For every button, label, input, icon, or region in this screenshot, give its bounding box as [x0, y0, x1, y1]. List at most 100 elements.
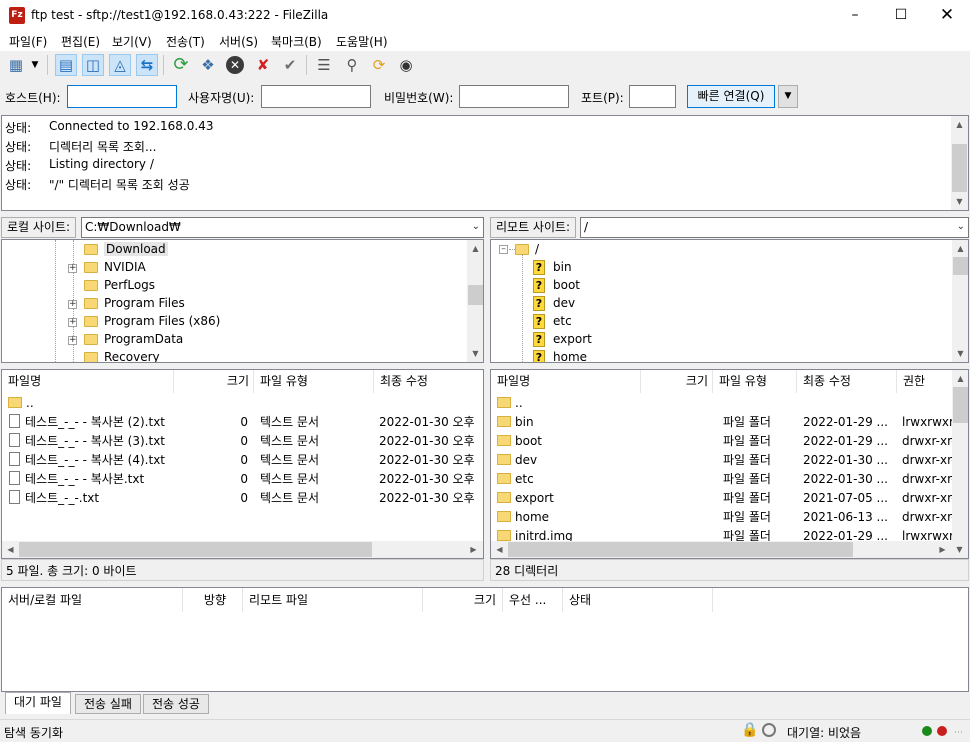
tree-item[interactable]: NVIDIA — [84, 258, 146, 276]
local-list-hscrollbar[interactable]: ◀ ▶ — [2, 541, 483, 558]
table-row[interactable]: export 파일 폴더 2021-07-05 ... drwxr-xr- — [491, 489, 968, 508]
scrollbar-thumb[interactable] — [952, 144, 967, 192]
minimize-icon[interactable]: – — [832, 0, 878, 31]
menu-server[interactable]: 서버(S) — [219, 33, 258, 50]
collapse-icon[interactable]: – — [499, 245, 508, 254]
table-row[interactable]: 테스트_-_- - 복사본 (2).txt 0 텍스트 문서 2022-01-3… — [2, 413, 483, 432]
tree-item[interactable]: ? home — [533, 348, 587, 362]
compare-icon[interactable]: ⚲ — [341, 54, 363, 76]
tree-item[interactable]: Download — [84, 240, 168, 258]
table-row[interactable]: 테스트_-_- - 복사본 (4).txt 0 텍스트 문서 2022-01-3… — [2, 451, 483, 470]
chevron-down-icon[interactable]: ⌄ — [472, 221, 480, 232]
toggle-local-tree-icon[interactable]: ◫ — [82, 54, 104, 76]
table-row[interactable]: .. — [491, 394, 968, 413]
site-manager-icon[interactable]: ▦ — [5, 54, 27, 76]
scroll-down-icon[interactable]: ▼ — [951, 193, 968, 210]
dropdown-arrow-icon[interactable]: ▼ — [28, 54, 42, 76]
col-remote-file[interactable]: 리모트 파일 — [243, 588, 423, 612]
chevron-down-icon[interactable]: ▼ — [778, 85, 798, 108]
table-row[interactable]: dev 파일 폴더 2022-01-30 ... drwxr-xr- — [491, 451, 968, 470]
remote-tree-scrollbar[interactable]: ▲ ▼ — [952, 240, 968, 362]
tree-item[interactable]: ProgramData — [84, 330, 183, 348]
menu-help[interactable]: 도움말(H) — [336, 33, 388, 50]
tree-item[interactable]: ? etc — [533, 312, 572, 330]
host-input[interactable] — [67, 85, 177, 108]
table-row[interactable]: 테스트_-_-.txt 0 텍스트 문서 2022-01-30 오후 ... — [2, 489, 483, 508]
scrollbar-thumb[interactable] — [468, 285, 483, 305]
col-type[interactable]: 파일 유형 — [713, 370, 797, 393]
remote-list-vscrollbar[interactable]: ▲ — [952, 370, 968, 541]
tree-item[interactable]: ? bin — [533, 258, 572, 276]
reconnect-icon[interactable]: ✔ — [279, 54, 301, 76]
remote-list-hscrollbar[interactable]: ◀ ▶ ▼ — [491, 541, 968, 558]
scroll-down-icon[interactable]: ▼ — [467, 345, 483, 362]
log-scrollbar[interactable]: ▲ ▼ — [951, 116, 968, 210]
toggle-log-icon[interactable]: ▤ — [55, 54, 77, 76]
sync-browse-icon[interactable]: ⟳ — [368, 54, 390, 76]
col-modified[interactable]: 최종 수정 — [374, 370, 483, 393]
table-row[interactable]: etc 파일 폴더 2022-01-30 ... drwxr-xr- — [491, 470, 968, 489]
scroll-up-icon[interactable]: ▲ — [952, 240, 968, 257]
scroll-up-icon[interactable]: ▲ — [952, 370, 968, 387]
tree-item[interactable]: PerfLogs — [84, 276, 155, 294]
process-queue-icon[interactable]: ❖ — [197, 54, 219, 76]
toggle-remote-tree-icon[interactable]: ◬ — [109, 54, 131, 76]
remote-path-combo[interactable]: / ⌄ — [580, 217, 969, 238]
scroll-right-icon[interactable]: ▶ — [465, 541, 482, 558]
filter-icon[interactable]: ☰ — [313, 54, 335, 76]
cancel-icon[interactable]: ✕ — [224, 54, 246, 76]
table-row[interactable]: .. — [2, 394, 483, 413]
table-row[interactable]: home 파일 폴더 2021-06-13 ... drwxr-xr- — [491, 508, 968, 527]
table-row[interactable]: bin 파일 폴더 2022-01-29 ... lrwxrwxrw — [491, 413, 968, 432]
search-icon[interactable]: ◉ — [395, 54, 417, 76]
scroll-down-icon[interactable]: ▼ — [952, 345, 968, 362]
scroll-up-icon[interactable]: ▲ — [467, 240, 483, 257]
tree-item[interactable]: Recovery — [84, 348, 160, 362]
menu-bookmarks[interactable]: 북마크(B) — [271, 33, 322, 50]
table-row[interactable]: initrd.img 파일 폴더 2022-01-29 ... lrwxrwxr… — [491, 527, 968, 541]
password-input[interactable] — [459, 85, 569, 108]
username-input[interactable] — [261, 85, 371, 108]
tree-item[interactable]: ? boot — [533, 276, 580, 294]
expand-icon[interactable]: + — [68, 264, 77, 273]
resize-grip-icon[interactable]: ⋯ — [954, 728, 963, 738]
tab-successful-transfers[interactable]: 전송 성공 — [143, 694, 209, 714]
tree-item[interactable]: Program Files (x86) — [84, 312, 220, 330]
maximize-icon[interactable]: ☐ — [878, 0, 924, 31]
col-status[interactable]: 상태 — [563, 588, 713, 612]
col-type[interactable]: 파일 유형 — [254, 370, 374, 393]
col-priority[interactable]: 우선 ... — [503, 588, 563, 612]
col-server-local-file[interactable]: 서버/로컬 파일 — [2, 588, 183, 612]
tab-queued-files[interactable]: 대기 파일 — [5, 692, 71, 714]
local-path-combo[interactable]: C:₩Download₩ ⌄ — [81, 217, 484, 238]
expand-icon[interactable]: + — [68, 300, 77, 309]
expand-icon[interactable]: + — [68, 318, 77, 327]
local-tree-scrollbar[interactable]: ▲ ▼ — [467, 240, 483, 362]
menu-file[interactable]: 파일(F) — [9, 33, 47, 50]
table-row[interactable]: 테스트_-_- - 복사본.txt 0 텍스트 문서 2022-01-30 오후… — [2, 470, 483, 489]
scroll-left-icon[interactable]: ◀ — [2, 541, 19, 558]
tree-item[interactable]: Program Files — [84, 294, 185, 312]
menu-edit[interactable]: 편집(E) — [61, 33, 100, 50]
col-direction[interactable]: 방향 — [183, 588, 243, 612]
scroll-down-icon[interactable]: ▼ — [951, 541, 968, 558]
scroll-left-icon[interactable]: ◀ — [491, 541, 508, 558]
scrollbar-thumb[interactable] — [953, 387, 968, 423]
quickconnect-button[interactable]: 빠른 연결(Q) — [687, 85, 775, 108]
toggle-queue-icon[interactable]: ⇆ — [136, 54, 158, 76]
tree-item[interactable]: ? dev — [533, 294, 575, 312]
menu-transfer[interactable]: 전송(T) — [166, 33, 205, 50]
col-size[interactable]: 크기 — [174, 370, 254, 393]
col-size[interactable]: 크기 — [641, 370, 713, 393]
chevron-down-icon[interactable]: ⌄ — [957, 221, 965, 232]
scrollbar-thumb[interactable] — [19, 542, 372, 557]
scroll-right-icon[interactable]: ▶ — [934, 541, 951, 558]
tab-failed-transfers[interactable]: 전송 실패 — [75, 694, 141, 714]
refresh-icon[interactable]: ⟳ — [170, 54, 192, 76]
table-row[interactable]: 테스트_-_- - 복사본 (3).txt 0 텍스트 문서 2022-01-3… — [2, 432, 483, 451]
port-input[interactable] — [629, 85, 676, 108]
table-row[interactable]: boot 파일 폴더 2022-01-29 ... drwxr-xr- — [491, 432, 968, 451]
tree-item-root[interactable]: / — [515, 240, 539, 258]
menu-view[interactable]: 보기(V) — [112, 33, 152, 50]
tree-item[interactable]: ? export — [533, 330, 592, 348]
